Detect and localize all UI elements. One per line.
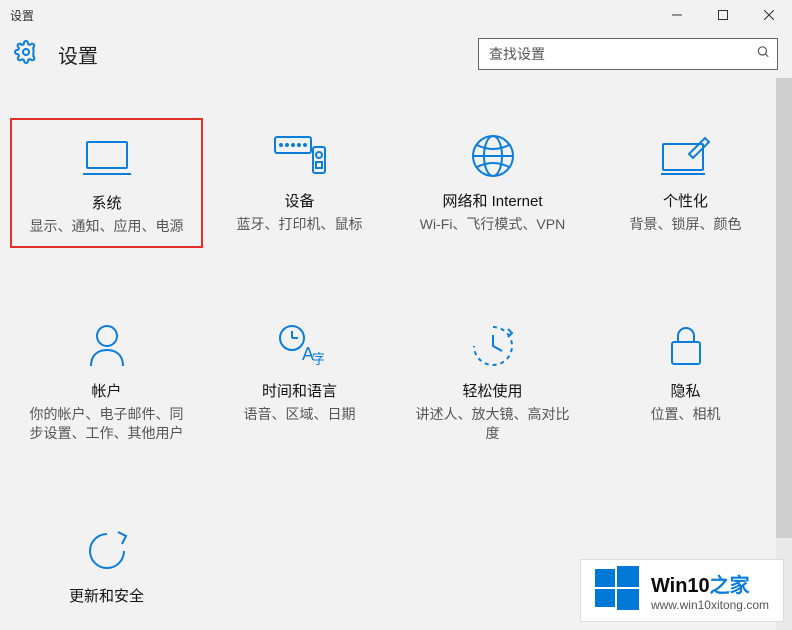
scrollbar[interactable] [776,78,792,630]
tile-title: 系统 [91,192,121,213]
minimize-button[interactable] [654,0,700,30]
tile-desc: 你的帐户、电子邮件、同步设置、工作、其他用户 [27,405,187,443]
tile-desc: Wi-Fi、飞行模式、VPN [420,215,565,234]
tile-desc: 显示、通知、应用、电源 [30,217,184,236]
tile-title: 个性化 [663,190,708,211]
devices-icon [273,128,327,184]
maximize-icon [718,10,728,20]
windows-logo-icon [595,566,639,615]
tile-time-language[interactable]: A字 时间和语言 语音、区域、日期 [203,308,396,453]
page-title: 设置 [58,40,98,69]
user-icon [87,318,127,374]
minimize-icon [672,10,682,20]
tile-network[interactable]: 网络和 Internet Wi-Fi、飞行模式、VPN [396,118,589,248]
tile-title: 更新和安全 [69,585,144,606]
tile-desc: 语音、区域、日期 [244,405,356,424]
content-area: 系统 显示、通知、应用、电源 设备 蓝牙、打印机、鼠标 [0,78,792,630]
tile-desc: 讲述人、放大镜、高对比度 [413,405,573,443]
watermark-text: Win10之家 www.win10xitong.com [651,569,769,612]
tile-title: 设备 [284,190,314,211]
tile-devices[interactable]: 设备 蓝牙、打印机、鼠标 [203,118,396,248]
tile-personalization[interactable]: 个性化 背景、锁屏、颜色 [589,118,782,248]
lock-icon [668,318,704,374]
watermark-url: www.win10xitong.com [651,598,769,612]
settings-window: 设置 设置 [0,0,792,630]
watermark-brand: Win10之家 [651,569,769,598]
globe-icon [470,128,516,184]
titlebar: 设置 [0,0,792,30]
scroll-thumb[interactable] [776,78,792,538]
tile-title: 帐户 [91,380,121,401]
svg-text:字: 字 [312,351,324,367]
personalize-icon [661,128,711,184]
display-icon [83,130,131,186]
ease-icon [470,318,516,374]
maximize-button[interactable] [700,0,746,30]
tile-desc: 背景、锁屏、颜色 [630,215,742,234]
tile-ease-of-access[interactable]: 轻松使用 讲述人、放大镜、高对比度 [396,308,589,453]
search-container [478,38,778,70]
tile-accounts[interactable]: 帐户 你的帐户、电子邮件、同步设置、工作、其他用户 [10,308,203,453]
window-controls [654,0,792,30]
gear-icon [14,40,38,69]
tile-system[interactable]: 系统 显示、通知、应用、电源 [10,118,203,248]
tile-update-security[interactable]: 更新和安全 [10,513,203,620]
time-language-icon: A字 [276,318,324,374]
update-icon [84,523,130,579]
tiles-grid: 系统 显示、通知、应用、电源 设备 蓝牙、打印机、鼠标 [10,118,782,620]
search-icon [756,45,770,64]
window-title: 设置 [0,7,34,24]
tile-title: 隐私 [670,380,700,401]
close-icon [764,10,774,20]
tile-title: 时间和语言 [262,380,337,401]
tile-title: 轻松使用 [462,380,522,401]
tile-desc: 蓝牙、打印机、鼠标 [237,215,363,234]
search-input[interactable] [478,38,778,70]
tile-title: 网络和 Internet [442,190,542,211]
watermark: Win10之家 www.win10xitong.com [580,559,784,622]
header: 设置 [0,30,792,78]
close-button[interactable] [746,0,792,30]
tile-desc: 位置、相机 [651,405,721,424]
tile-privacy[interactable]: 隐私 位置、相机 [589,308,782,453]
